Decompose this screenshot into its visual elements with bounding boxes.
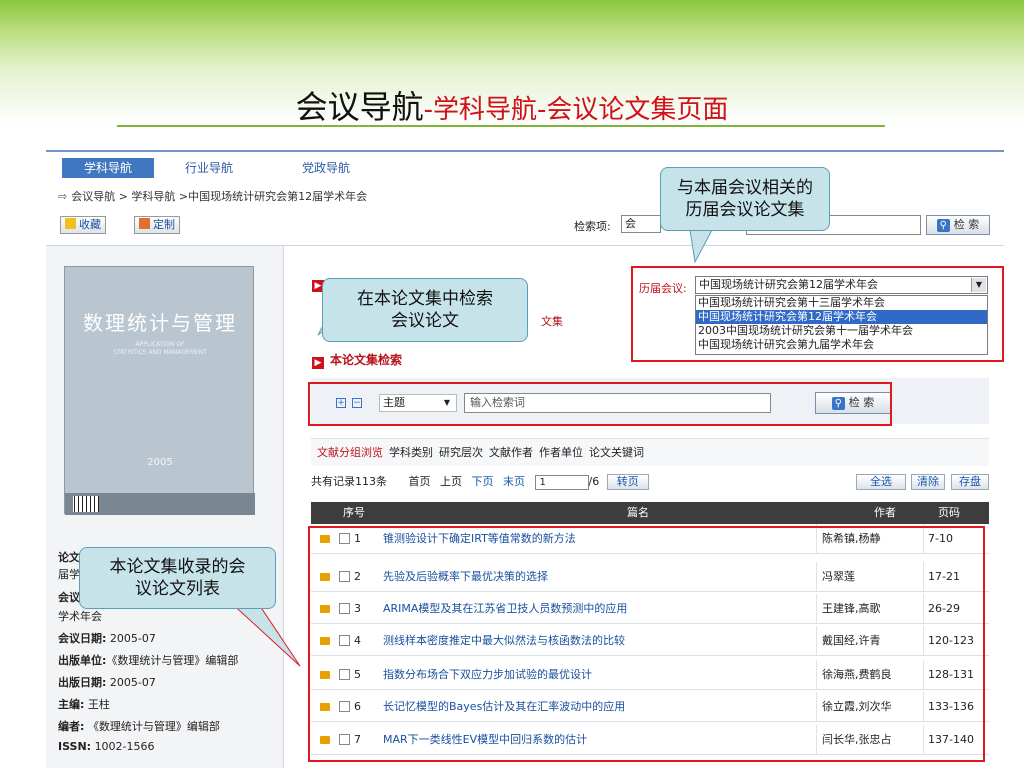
callout-pointers (226, 229, 713, 667)
callout-search: 在本论文集中检索 会议论文 (322, 278, 528, 342)
callout-search-text: 在本论文集中检索 会议论文 (357, 289, 493, 331)
callout-history-text: 与本届会议相关的 历届会议论文集 (677, 178, 813, 220)
callout-list-text: 本论文集收录的会 议论文列表 (109, 557, 246, 599)
callout-history: 与本届会议相关的 历届会议论文集 (660, 167, 830, 231)
callout-list: 本论文集收录的会 议论文列表 (79, 547, 276, 609)
callout-pointer-list (226, 599, 301, 667)
callout-pointer-history (689, 229, 713, 264)
